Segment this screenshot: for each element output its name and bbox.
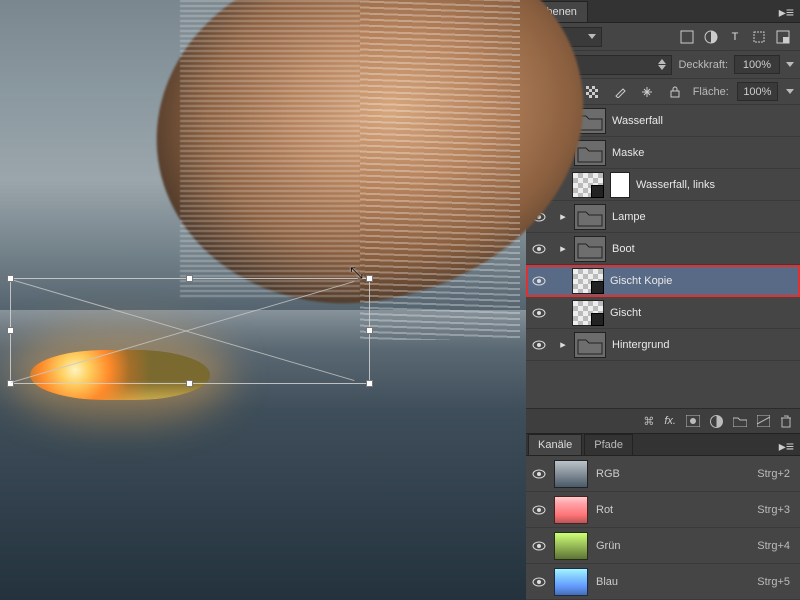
transform-handle-bm[interactable] [186,380,193,387]
filter-pixel-icon[interactable] [676,27,698,47]
add-mask-icon[interactable] [686,415,700,427]
channel-name: Grün [596,540,620,552]
lock-transparent-icon[interactable] [582,82,602,102]
channel-shortcut: Strg+2 [757,468,794,480]
channel-thumbnail [554,496,588,524]
filter-adjust-icon[interactable] [700,27,722,47]
layer-name[interactable]: Gischt [610,307,794,319]
fill-label: Fläche: [693,86,729,98]
channel-shortcut: Strg+3 [757,504,794,516]
folder-icon [574,140,606,166]
channels-list: RGB Strg+2 Rot Strg+3 Grün Strg+4 Blau Strg+5 [526,456,800,600]
filter-smart-icon[interactable] [772,27,794,47]
folder-icon [574,236,606,262]
channel-row[interactable]: RGB Strg+2 [526,456,800,492]
new-group-icon[interactable] [733,416,747,427]
channel-thumbnail [554,532,588,560]
filter-shape-icon[interactable] [748,27,770,47]
transform-handle-tl[interactable] [7,275,14,282]
layer-row[interactable]: ▸ Lampe [526,201,800,233]
visibility-eye-icon[interactable] [532,274,546,288]
visibility-eye-icon[interactable] [532,306,546,320]
tab-paths[interactable]: Pfade [584,434,633,455]
layer-name[interactable]: Wasserfall [612,115,794,127]
visibility-eye-icon[interactable] [532,503,546,517]
lock-pixels-icon[interactable] [610,82,630,102]
panel-menu-icon[interactable]: ▸≡ [779,438,794,455]
lock-position-icon[interactable] [637,82,657,102]
layer-fx-icon[interactable]: fx. [664,415,676,427]
waterfall-stream-2 [360,0,520,340]
channel-row[interactable]: Rot Strg+3 [526,492,800,528]
layer-name[interactable]: Gischt Kopie [610,275,794,287]
scale-cursor-icon: ⤡ [350,265,363,283]
channel-name: RGB [596,468,620,480]
chevron-down-icon[interactable] [786,62,794,67]
layers-footer: ⌘ fx. [526,408,800,434]
channel-shortcut: Strg+5 [757,576,794,588]
opacity-label: Deckkraft: [678,59,728,71]
transform-handle-ml[interactable] [7,327,14,334]
disclosure-arrow-icon[interactable]: ▸ [558,210,568,223]
visibility-eye-icon[interactable] [532,575,546,589]
panel-menu-icon[interactable]: ▸≡ [779,4,794,21]
link-layers-icon[interactable]: ⌘ [643,415,654,428]
chevron-down-icon[interactable] [786,89,794,94]
transform-handle-tr[interactable] [366,275,373,282]
visibility-eye-icon[interactable] [532,338,546,352]
layer-name[interactable]: Lampe [612,211,794,223]
panel-tabbar: Ebenen ▸≡ [526,0,800,23]
layer-name[interactable]: Wasserfall, links [636,179,794,191]
visibility-eye-icon[interactable] [532,242,546,256]
layer-thumbnail[interactable] [572,268,604,294]
visibility-eye-icon[interactable] [532,467,546,481]
transform-bounding-box[interactable] [10,278,370,384]
filter-type-icon[interactable]: T [724,27,746,47]
channel-thumbnail [554,568,588,596]
canvas[interactable]: ⤡ [0,0,526,600]
channel-row[interactable]: Grün Strg+4 [526,528,800,564]
tab-channels[interactable]: Kanäle [528,434,582,455]
transform-handle-tm[interactable] [186,275,193,282]
channel-name: Rot [596,504,613,516]
transform-handle-bl[interactable] [7,380,14,387]
layer-thumbnail[interactable] [572,172,604,198]
layer-row[interactable]: Gischt Kopie [526,265,800,297]
delete-layer-icon[interactable] [780,415,792,428]
channel-name: Blau [596,576,618,588]
disclosure-arrow-icon[interactable]: ▸ [558,338,568,351]
layer-mask-thumbnail[interactable] [610,172,630,198]
lock-all-icon[interactable] [665,82,685,102]
layer-name[interactable]: Maske [612,147,794,159]
fill-input[interactable]: 100% [737,82,778,101]
transform-handle-mr[interactable] [366,327,373,334]
visibility-eye-icon[interactable] [532,539,546,553]
channels-tabbar: Kanäle Pfade ▸≡ [526,434,800,456]
folder-icon [574,332,606,358]
chevron-up-icon [658,59,666,64]
channel-shortcut: Strg+4 [757,540,794,552]
disclosure-arrow-icon[interactable]: ▸ [558,242,568,255]
opacity-input[interactable]: 100% [734,55,780,74]
transform-handle-br[interactable] [366,380,373,387]
layer-row[interactable]: Gischt [526,297,800,329]
folder-icon [574,204,606,230]
layer-name[interactable]: Hintergrund [612,339,794,351]
layer-row[interactable]: ▸ Boot [526,233,800,265]
chevron-down-icon [658,65,666,70]
layer-thumbnail[interactable] [572,300,604,326]
layer-name[interactable]: Boot [612,243,794,255]
new-layer-icon[interactable] [757,415,770,427]
channel-thumbnail [554,460,588,488]
waterfall-stream-1 [180,0,360,300]
layer-row[interactable]: ▸ Hintergrund [526,329,800,361]
new-adjustment-icon[interactable] [710,415,723,428]
channel-row[interactable]: Blau Strg+5 [526,564,800,600]
chevron-down-icon [588,34,596,39]
